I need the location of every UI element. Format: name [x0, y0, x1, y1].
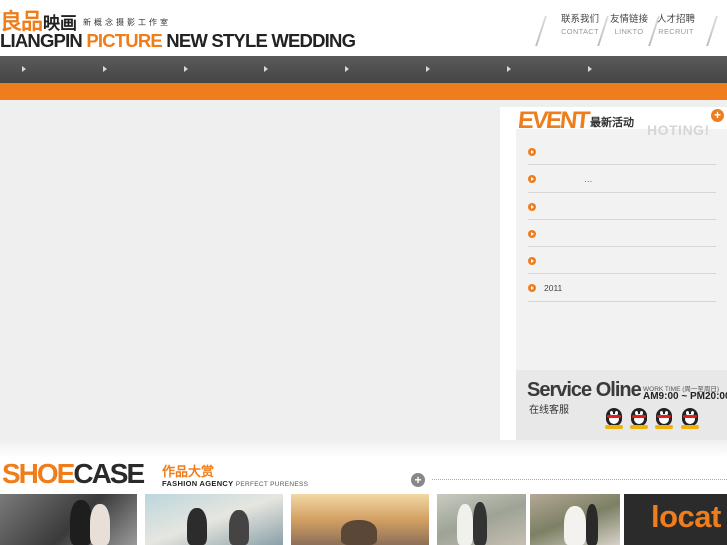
dotted-divider: [432, 479, 727, 480]
showcase-thumb-3[interactable]: [291, 494, 429, 545]
divider: [535, 16, 547, 46]
service-title-en: Service Oline: [527, 379, 642, 401]
event-item-text: …: [584, 174, 593, 185]
nav-item-4[interactable]: [264, 56, 344, 83]
logo-en-wedding: NEW STYLE WEDDING: [166, 30, 356, 51]
qq-icon[interactable]: [654, 408, 674, 430]
nav-arrow-icon: [507, 66, 511, 72]
showcase-title-cn: 作品大赏: [162, 465, 215, 480]
showcase-thumb-2[interactable]: [145, 494, 283, 545]
showcase-subtitle-small: PERFECT PURENESS: [235, 481, 309, 488]
event-title: EVENT最新活动: [516, 107, 635, 135]
bullet-arrow-icon: [528, 257, 536, 266]
nav-item-5[interactable]: [345, 56, 425, 83]
event-item-text: 2011: [544, 283, 563, 294]
logo-en-liangpin: LIANGPIN: [0, 30, 83, 51]
nav-arrow-icon: [184, 66, 188, 72]
showcase-title-dark: CASE: [73, 458, 145, 489]
nav-item-3[interactable]: [184, 56, 264, 83]
contact-link-cn: 联系我们: [560, 14, 599, 25]
event-more-plus-icon[interactable]: +: [711, 109, 724, 122]
event-title-cn: 最新活动: [590, 116, 635, 129]
event-list: … 2011: [528, 138, 716, 302]
nav-item-7[interactable]: [507, 56, 587, 83]
bullet-arrow-icon: [528, 202, 536, 211]
event-list-item[interactable]: [528, 220, 716, 248]
contact-link-en: CONTACT: [561, 27, 599, 36]
event-list-item[interactable]: …: [528, 165, 716, 193]
showcase-subtitle: FASHION AGENCY PERFECT PURENESS: [162, 479, 308, 488]
showcase-subtitle-main: FASHION AGENCY: [162, 479, 234, 488]
nav-item-6[interactable]: [426, 56, 506, 83]
bullet-arrow-icon: [528, 229, 536, 238]
qq-icon[interactable]: [629, 408, 649, 430]
contact-link[interactable]: 联系我们 CONTACT: [556, 14, 604, 38]
bullet-arrow-icon: [528, 284, 536, 293]
nav-arrow-icon: [22, 66, 26, 72]
nav-arrow-icon: [588, 66, 592, 72]
main-nav: [0, 56, 727, 83]
showcase-thumb-4[interactable]: [437, 494, 526, 545]
showcase-thumb-1[interactable]: [0, 494, 137, 545]
bullet-arrow-icon: [528, 175, 536, 184]
bullet-arrow-icon: [528, 148, 536, 156]
logo-en-picture: PICTURE: [86, 30, 162, 51]
nav-item-1[interactable]: [22, 56, 102, 83]
linkto-link[interactable]: 友情链接 LINKTO: [605, 14, 653, 38]
qq-icon[interactable]: [604, 408, 624, 430]
event-panel: EVENT最新活动 + HOTING! … 2011 Service Oline…: [500, 107, 727, 440]
divider: [706, 16, 718, 46]
event-list-item[interactable]: 2011: [528, 274, 716, 302]
nav-item-8[interactable]: [588, 56, 668, 83]
showcase-title-orange: SHOE: [2, 458, 75, 489]
work-hours: AM9:00 ~ PM20:00: [643, 391, 727, 402]
recruit-link-cn: 人才招聘: [656, 14, 695, 25]
recruit-link[interactable]: 人才招聘 RECRUIT: [652, 14, 700, 38]
hoting-label: HOTING!: [647, 122, 710, 138]
showcase-title-en: SHOECASE: [2, 458, 145, 490]
location-text: locat: [651, 499, 721, 534]
qq-icon[interactable]: [680, 408, 700, 430]
service-title-cn: 在线客服: [529, 405, 569, 416]
online-service: Service Oline 在线客服 WORK TIME (周一至周日) AM9…: [516, 370, 727, 440]
event-list-item[interactable]: [528, 138, 716, 166]
nav-arrow-icon: [264, 66, 268, 72]
logo-en: LIANGPIN PICTURE NEW STYLE WEDDING: [0, 30, 356, 51]
recruit-link-en: RECRUIT: [658, 27, 694, 36]
showcase-thumb-5[interactable]: [530, 494, 620, 545]
nav-accent-bar: [0, 83, 727, 100]
nav-arrow-icon: [345, 66, 349, 72]
header: 良品映画 新概念摄影工作室 LIANGPIN PICTURE NEW STYLE …: [0, 0, 727, 56]
event-list-item[interactable]: [528, 193, 716, 220]
linkto-link-cn: 友情链接: [609, 14, 648, 25]
showcase-thumbnails: locat: [0, 494, 727, 545]
linkto-link-en: LINKTO: [614, 27, 644, 36]
event-title-en: EVENT: [516, 107, 590, 134]
nav-arrow-icon: [426, 66, 430, 72]
showcase-more-plus-icon[interactable]: +: [411, 473, 425, 487]
banner-placeholder: [0, 100, 498, 440]
event-list-item[interactable]: [528, 247, 716, 275]
nav-item-2[interactable]: [103, 56, 183, 83]
showcase-thumb-location[interactable]: locat: [624, 494, 727, 545]
section-divider: [0, 440, 727, 458]
logo-cn-tagline: 新概念摄影工作室: [83, 18, 172, 27]
nav-arrow-icon: [103, 66, 107, 72]
